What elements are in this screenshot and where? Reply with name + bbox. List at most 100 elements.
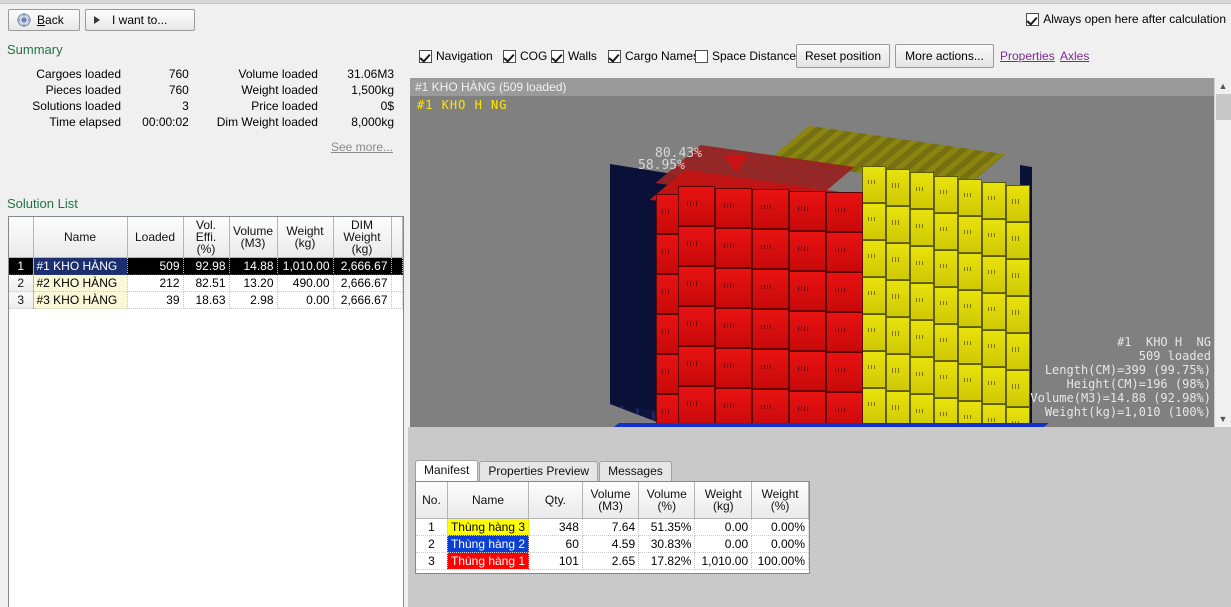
cargo-box[interactable] [752, 269, 789, 309]
cargo-box[interactable] [862, 314, 886, 351]
cargo-box[interactable] [934, 213, 958, 250]
column-header-qty[interactable]: Qty. [529, 482, 583, 518]
cargo-box[interactable] [715, 228, 752, 268]
cargo-box[interactable] [886, 317, 910, 354]
cargo-box[interactable] [752, 189, 789, 229]
checkbox-cog[interactable]: COG [503, 49, 547, 63]
cargo-box[interactable] [826, 312, 863, 352]
cargo-box[interactable] [678, 346, 715, 386]
cargo-box[interactable] [910, 283, 934, 320]
cargo-box[interactable] [678, 306, 715, 346]
cargo-box[interactable] [1006, 185, 1030, 222]
scroll-down-arrow-icon[interactable]: ▼ [1215, 411, 1231, 427]
tab-properties-preview[interactable]: Properties Preview [479, 461, 598, 481]
cargo-box[interactable] [862, 203, 886, 240]
cargo-box[interactable] [982, 182, 1006, 219]
cargo-box[interactable] [1006, 333, 1030, 370]
cargo-box[interactable] [715, 308, 752, 348]
properties-link[interactable]: Properties [1000, 49, 1055, 63]
cargo-box[interactable] [678, 386, 715, 426]
cargo-box[interactable] [982, 219, 1006, 256]
cargo-box[interactable] [1006, 222, 1030, 259]
cargo-box[interactable] [958, 364, 982, 401]
cargo-box[interactable] [934, 287, 958, 324]
cargo-box[interactable] [752, 229, 789, 269]
scrollbar-thumb[interactable] [1216, 94, 1231, 120]
cargo-box[interactable] [886, 354, 910, 391]
cargo-box[interactable] [862, 166, 886, 203]
viewer-3d[interactable]: 80.43% 58.95% #1 KHO HÀNG (509 loaded) #… [410, 78, 1231, 427]
scrollbar-track[interactable] [1216, 120, 1231, 411]
cargo-box[interactable] [789, 271, 826, 311]
column-header-volume[interactable]: Volume(M3) [229, 217, 277, 258]
cargo-box[interactable] [982, 293, 1006, 330]
scroll-up-arrow-icon[interactable]: ▲ [1215, 78, 1231, 94]
checkbox-navigation[interactable]: Navigation [419, 49, 493, 63]
table-row[interactable]: 2 #2 KHO HÀNG 212 82.51 13.20 490.00 2,6… [9, 275, 403, 292]
column-header-weight-pct[interactable]: Weight(%) [752, 482, 809, 518]
column-header-dim-weight[interactable]: DIMWeight(kg) [333, 217, 391, 258]
cargo-box[interactable] [886, 280, 910, 317]
cargo-box[interactable] [958, 327, 982, 364]
cargo-box[interactable] [958, 290, 982, 327]
cargo-box[interactable] [886, 169, 910, 206]
viewer-vertical-scrollbar[interactable]: ▲ ▼ [1214, 78, 1231, 427]
cargo-box[interactable] [656, 354, 680, 394]
column-header-rownum[interactable] [9, 217, 33, 258]
more-actions-button[interactable]: More actions... [895, 44, 994, 68]
column-header-volume-pct[interactable]: Volume(%) [639, 482, 695, 518]
cargo-box[interactable] [678, 226, 715, 266]
cargo-box[interactable] [910, 209, 934, 246]
see-more-link[interactable]: See more... [331, 140, 393, 154]
cargo-box[interactable] [862, 277, 886, 314]
column-header-vol-eff[interactable]: Vol. Effi.(%) [183, 217, 229, 258]
column-header-weight-kg[interactable]: Weight(kg) [695, 482, 752, 518]
cargo-box[interactable] [826, 352, 863, 392]
cargo-box[interactable] [886, 391, 910, 427]
cargo-box[interactable] [678, 266, 715, 306]
table-row[interactable]: 3 #3 KHO HÀNG 39 18.63 2.98 0.00 2,666.6… [9, 292, 403, 309]
checkbox-space-distances[interactable]: Space Distances [695, 49, 802, 63]
cargo-box[interactable] [934, 324, 958, 361]
manifest-table[interactable]: No. Name Qty. Volume(M3) Volume(%) Weigh… [415, 481, 810, 574]
cargo-box[interactable] [910, 172, 934, 209]
column-header-name[interactable]: Name [33, 217, 127, 258]
cargo-box[interactable] [934, 361, 958, 398]
cargo-box[interactable] [656, 274, 680, 314]
cargo-box[interactable] [656, 314, 680, 354]
cargo-box[interactable] [910, 320, 934, 357]
cargo-box[interactable] [886, 206, 910, 243]
cargo-box[interactable] [958, 179, 982, 216]
cargo-box[interactable] [958, 216, 982, 253]
cargo-box[interactable] [826, 232, 863, 272]
tab-manifest[interactable]: Manifest [415, 460, 478, 481]
cargo-box[interactable] [1006, 370, 1030, 407]
cargo-box[interactable] [886, 243, 910, 280]
cargo-box[interactable] [826, 392, 863, 427]
cargo-box[interactable] [715, 188, 752, 228]
column-header-no[interactable]: No. [416, 482, 447, 518]
solution-list-table[interactable]: Name Loaded Vol. Effi.(%) Volume(M3) Wei… [8, 216, 404, 607]
cargo-box[interactable] [678, 186, 715, 226]
back-button[interactable]: Back [8, 9, 80, 31]
cargo-box[interactable] [752, 389, 789, 427]
column-header-name[interactable]: Name [447, 482, 528, 518]
cargo-box[interactable] [715, 388, 752, 427]
cargo-box[interactable] [862, 388, 886, 425]
cargo-box[interactable] [789, 311, 826, 351]
table-row[interactable]: 1 Thùng hàng 3 348 7.64 51.35% 0.00 0.00… [416, 518, 809, 535]
cargo-box[interactable] [1006, 296, 1030, 333]
cargo-box[interactable] [982, 367, 1006, 404]
cargo-box[interactable] [789, 351, 826, 391]
table-row[interactable]: 3 Thùng hàng 1 101 2.65 17.82% 1,010.00 … [416, 552, 809, 569]
cargo-box[interactable] [958, 253, 982, 290]
reset-position-button[interactable]: Reset position [796, 44, 890, 68]
checkbox-cargo-names[interactable]: Cargo Names [608, 49, 699, 63]
cargo-box[interactable] [910, 357, 934, 394]
column-header-loaded[interactable]: Loaded [127, 217, 183, 258]
cargo-box[interactable] [826, 192, 863, 232]
column-header-volume-m3[interactable]: Volume(M3) [582, 482, 638, 518]
cargo-box[interactable] [934, 250, 958, 287]
cargo-box[interactable] [715, 348, 752, 388]
cargo-box[interactable] [789, 191, 826, 231]
